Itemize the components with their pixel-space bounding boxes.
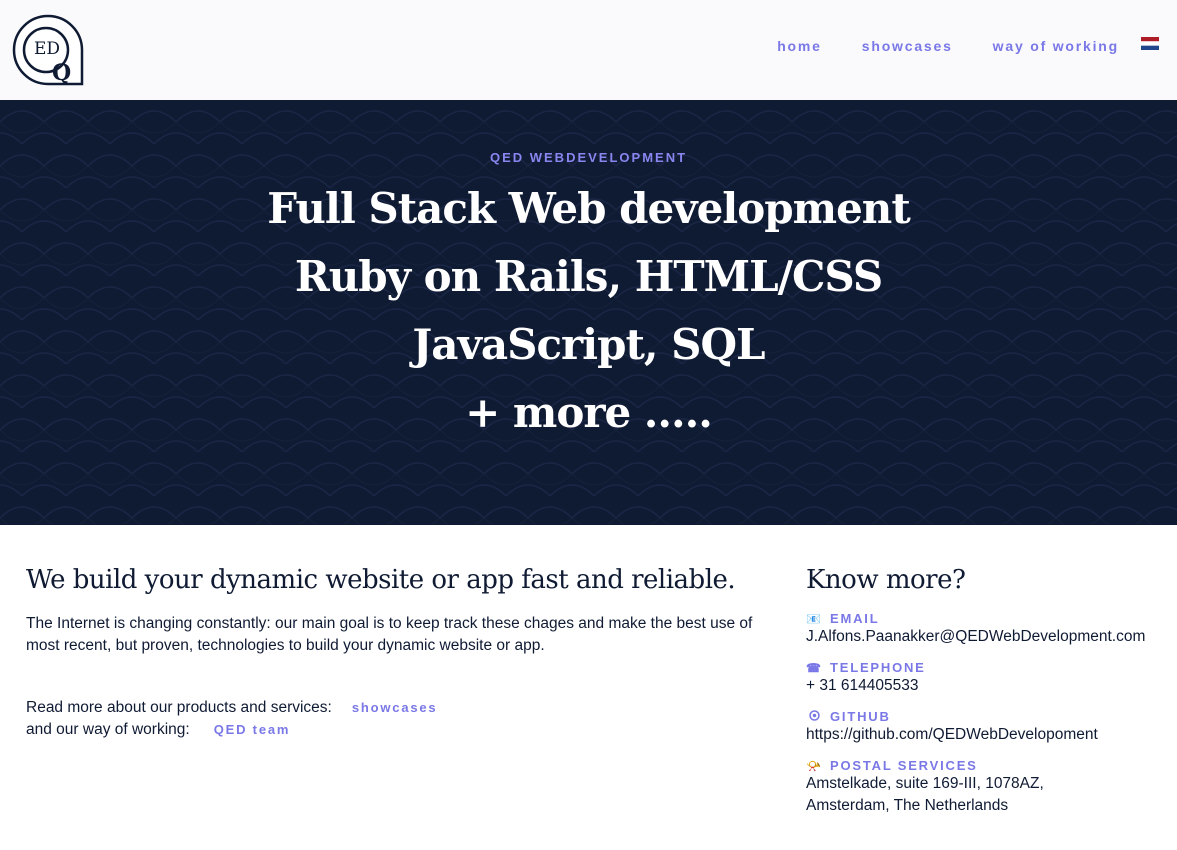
contact-label: TELEPHONE <box>830 660 926 675</box>
nav-way-of-working[interactable]: way of working <box>993 38 1119 54</box>
showcases-link[interactable]: showcases <box>352 697 438 719</box>
top-navigation-bar: ED Q home showcases way of working <box>0 0 1177 100</box>
read-more-block: Read more about our products and service… <box>26 697 766 741</box>
contact-title: Know more? <box>806 565 966 595</box>
way-of-working-text: and our way of working: <box>26 721 190 738</box>
main-content: We build your dynamic website or app fas… <box>0 525 1177 850</box>
hero-line: Ruby on Rails, HTML/CSS <box>294 252 883 301</box>
logo-letter: Q <box>52 60 71 86</box>
telephone-icon: ☎ <box>806 660 823 675</box>
nav-home[interactable]: home <box>777 38 822 54</box>
qed-team-link[interactable]: QED team <box>214 719 291 741</box>
github-value[interactable]: https://github.com/QEDWebDevelopoment <box>806 724 1176 746</box>
github-icon <box>806 709 822 724</box>
dutch-flag-icon[interactable] <box>1141 36 1159 50</box>
contact-github: GITHUB https://github.com/QEDWebDevelopo… <box>806 709 1176 746</box>
postal-horn-icon: 📯 <box>806 758 823 773</box>
nav-showcases[interactable]: showcases <box>862 38 953 54</box>
email-icon: 📧 <box>806 611 823 626</box>
intro-title: We build your dynamic website or app fas… <box>26 565 736 595</box>
intro-paragraph: The Internet is changing constantly: our… <box>26 615 753 654</box>
main-nav: home showcases way of working <box>777 36 1159 54</box>
read-more-text: Read more about our products and service… <box>26 699 332 716</box>
hero-line: Full Stack Web development <box>267 184 911 233</box>
telephone-value[interactable]: + 31 614405533 <box>806 675 1176 697</box>
hero-line: JavaScript, SQL <box>412 320 765 369</box>
hero-banner: QED WEBDEVELOPMENT Full Stack Web develo… <box>0 100 1177 525</box>
hero-eyebrow: QED WEBDEVELOPMENT <box>489 150 688 165</box>
logo-text: ED <box>34 39 60 59</box>
contact-email: 📧 EMAIL J.Alfons.Paanakker@QEDWebDevelop… <box>806 611 1176 648</box>
postal-address-line2: Amsterdam, The Netherlands <box>806 797 1009 814</box>
contact-telephone: ☎ TELEPHONE + 31 614405533 <box>806 660 1176 697</box>
contact-label: GITHUB <box>830 709 891 724</box>
email-value[interactable]: J.Alfons.Paanakker@QEDWebDevelopment.com <box>806 626 1176 648</box>
contact-label: EMAIL <box>830 611 880 626</box>
contact-label: POSTAL SERVICES <box>830 758 978 773</box>
contact-postal: 📯 POSTAL SERVICES Amstelkade, suite 169-… <box>806 758 1176 817</box>
intro-section: We build your dynamic website or app fas… <box>26 565 766 741</box>
qed-logo[interactable]: ED Q <box>12 14 84 88</box>
contact-section: Know more? 📧 EMAIL J.Alfons.Paanakker@QE… <box>806 565 1176 817</box>
hero-headline: Full Stack Web development Ruby on Rails… <box>0 175 1177 447</box>
postal-address-line1: Amstelkade, suite 169-III, 1078AZ, <box>806 775 1044 792</box>
hero-line: + more ..... <box>465 388 713 437</box>
